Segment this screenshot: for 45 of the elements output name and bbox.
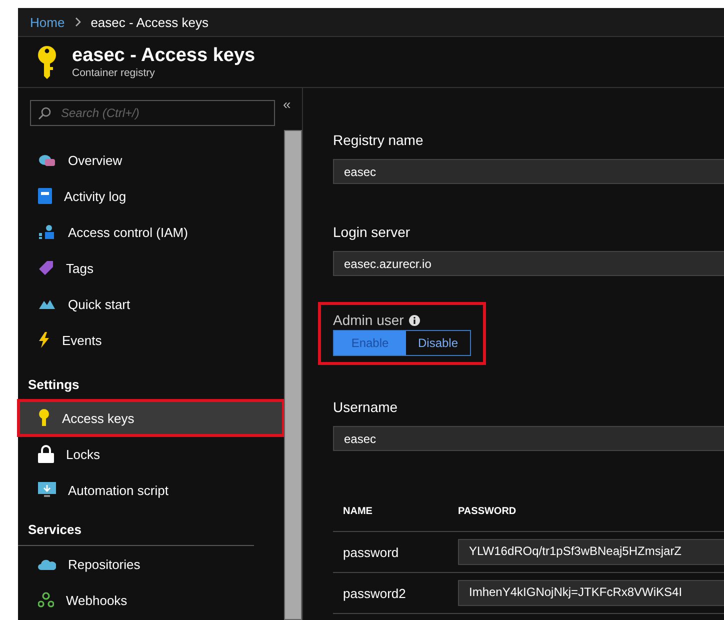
monitor-icon: [38, 482, 56, 498]
breadcrumb-current: easec - Access keys: [90, 14, 208, 30]
key-icon: [36, 45, 58, 79]
nav-item[interactable]: Events: [18, 322, 284, 358]
nav-item[interactable]: Repositories: [18, 546, 284, 582]
password-field[interactable]: ImhenY4kIGNojNkj=JTKFcRx8VWiKS4I: [458, 580, 724, 606]
text-field[interactable]: easec.azurecr.io: [333, 251, 724, 276]
section-heading: Settings: [27, 376, 80, 394]
search-field[interactable]: Search (Ctrl+/): [30, 100, 275, 126]
field-label: Username: [333, 399, 399, 415]
breadcrumb-link[interactable]: Home: [30, 14, 65, 30]
chevron-icon: [74, 17, 82, 27]
nav-item[interactable]: Overview: [18, 142, 284, 178]
nav-item[interactable]: Access keys: [18, 400, 284, 436]
webhook-icon: [38, 592, 54, 608]
nav-item[interactable]: Access control (IAM): [18, 214, 284, 250]
nav-item[interactable]: Activity log: [18, 178, 284, 214]
log-icon: [38, 188, 52, 204]
section-heading: Services: [18, 508, 254, 546]
field-label: Admin user: [333, 312, 404, 328]
page-subtitle: Container registry: [72, 67, 156, 79]
nav-item[interactable]: Locks: [18, 436, 284, 472]
info-icon: [408, 314, 420, 326]
lightning-icon: [38, 332, 50, 348]
nav-item[interactable]: Quick start: [18, 286, 284, 322]
table-cell-text: password2: [342, 586, 407, 600]
lock-icon: [38, 445, 54, 463]
table-cell-text: password: [342, 544, 400, 560]
collapse-button[interactable]: «: [281, 96, 293, 112]
field-label: Registry name: [333, 132, 424, 148]
key-icon: [38, 409, 50, 427]
column-header: NAME: [342, 506, 374, 516]
nav-item[interactable]: Webhooks: [18, 582, 284, 618]
tag-icon: [38, 260, 54, 276]
page-title: easec - Access keys: [72, 45, 256, 67]
column-header: PASSWORD: [458, 506, 516, 516]
password-field[interactable]: YLW16dROq/tr1pSf3wBNeaj5HZmsjarZ: [458, 539, 724, 565]
scrollbar[interactable]: [284, 130, 302, 620]
field-label: Login server: [333, 224, 412, 240]
nav-item[interactable]: Tags: [18, 250, 284, 286]
nav-item[interactable]: Automation script: [18, 472, 284, 508]
text-field[interactable]: easec: [333, 426, 724, 451]
text-field[interactable]: easec: [333, 159, 724, 184]
search-icon: [38, 107, 51, 120]
people-icon: [38, 224, 56, 240]
